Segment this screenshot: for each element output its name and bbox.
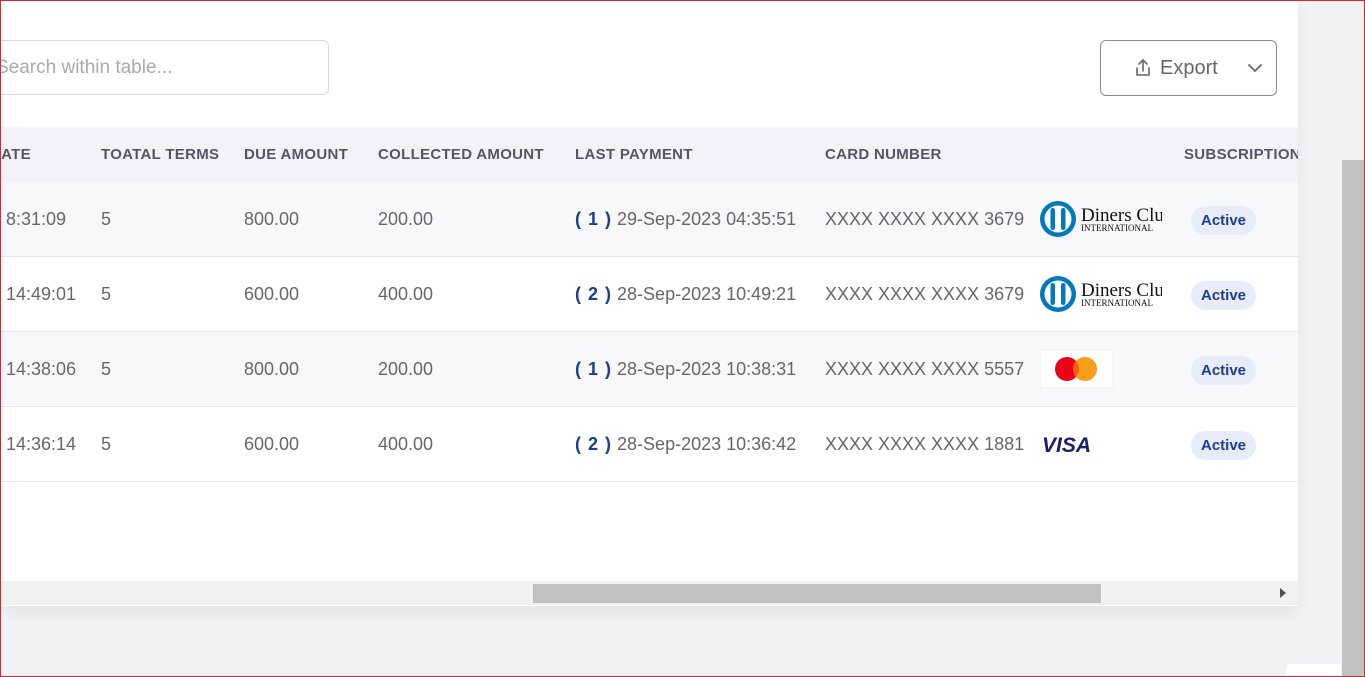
due-amount-cell: 600.00 — [244, 434, 300, 454]
status-badge: Active — [1191, 281, 1257, 310]
column-header-total-terms[interactable]: TOATAL TERMS — [101, 127, 219, 182]
column-header-collected-amount[interactable]: COLLECTED AMOUNT — [378, 127, 544, 182]
table-row[interactable]: 8:31:09 5 800.00 200.00 ( 1 ) 29-Sep-202… — [0, 182, 1298, 257]
due-amount-cell: 800.00 — [244, 359, 300, 379]
status-badge: Active — [1191, 206, 1257, 235]
horizontal-scrollbar-thumb[interactable] — [533, 584, 1101, 603]
date-time-cell: 14:36:14 — [6, 434, 77, 454]
mastercard-logo — [1039, 349, 1114, 394]
terms-cell: 5 — [101, 209, 112, 229]
card-number-cell: XXXX XXXX XXXX 1881 — [825, 434, 1025, 454]
chevron-down-icon — [1247, 63, 1263, 73]
collected-amount-cell: 400.00 — [378, 284, 434, 304]
due-amount-cell: 600.00 — [244, 284, 300, 304]
payment-count[interactable]: ( 2 ) — [575, 284, 612, 304]
upload-icon — [1133, 58, 1153, 78]
terms-cell: 5 — [101, 284, 112, 304]
payment-date: 28-Sep-2023 10:36:42 — [617, 434, 797, 454]
last-payment-cell: ( 1 ) 29-Sep-2023 04:35:51 — [575, 182, 796, 256]
visa-wordmark: VISA — [1042, 434, 1091, 457]
vertical-scrollbar-thumb[interactable] — [1342, 160, 1364, 677]
payment-date: 28-Sep-2023 10:38:31 — [617, 359, 797, 379]
export-button[interactable]: Export — [1100, 40, 1277, 96]
collected-amount-cell: 400.00 — [378, 434, 434, 454]
terms-cell: 5 — [101, 434, 112, 454]
payment-date: 28-Sep-2023 10:49:21 — [617, 284, 797, 304]
last-payment-cell: ( 1 ) 28-Sep-2023 10:38:31 — [575, 332, 796, 406]
collected-amount-cell: 200.00 — [378, 359, 434, 379]
diners-club-logo: Diners Club INTERNATIONAL — [1038, 274, 1173, 319]
card-number-cell: XXXX XXXX XXXX 3679 — [825, 284, 1025, 304]
date-time-cell: 14:38:06 — [6, 359, 77, 379]
card-number-cell: XXXX XXXX XXXX 5557 — [825, 359, 1025, 379]
last-payment-cell: ( 2 ) 28-Sep-2023 10:49:21 — [575, 257, 796, 331]
column-header-date[interactable]: DATE — [0, 127, 31, 182]
payment-count[interactable]: ( 2 ) — [575, 434, 612, 454]
search-field[interactable] — [0, 40, 329, 95]
last-payment-cell: ( 2 ) 28-Sep-2023 10:36:42 — [575, 407, 796, 481]
table-row[interactable]: 14:38:06 5 800.00 200.00 ( 1 ) 28-Sep-20… — [0, 332, 1298, 407]
column-header-subscription[interactable]: SUBSCRIPTION — [1184, 127, 1298, 182]
scroll-right-arrow-icon[interactable] — [1280, 588, 1286, 598]
collected-amount-cell: 200.00 — [378, 209, 434, 229]
diners-club-subtitle: INTERNATIONAL — [1081, 223, 1153, 233]
due-amount-cell: 800.00 — [244, 209, 300, 229]
vertical-scrollbar[interactable] — [1341, 0, 1365, 677]
horizontal-scrollbar[interactable] — [0, 581, 1298, 605]
visa-logo: VISA — [1040, 424, 1104, 469]
payment-count[interactable]: ( 1 ) — [575, 209, 612, 229]
payment-date: 29-Sep-2023 04:35:51 — [617, 209, 797, 229]
table-header: DATE TOATAL TERMS DUE AMOUNT COLLECTED A… — [0, 127, 1298, 183]
export-button-label: Export — [1160, 56, 1218, 79]
date-time-cell: 8:31:09 — [6, 209, 67, 229]
diners-club-logo: Diners Club INTERNATIONAL — [1038, 199, 1173, 244]
payment-count[interactable]: ( 1 ) — [575, 359, 612, 379]
table-card: Export DATE TOATAL TERMS DUE AMOUNT COLL… — [0, 0, 1298, 606]
terms-cell: 5 — [101, 359, 112, 379]
search-input[interactable] — [0, 41, 328, 94]
card-number-cell: XXXX XXXX XXXX 3679 — [825, 209, 1025, 229]
date-time-cell: 14:49:01 — [6, 284, 77, 304]
column-header-last-payment[interactable]: LAST PAYMENT — [575, 127, 693, 182]
table-row[interactable]: 14:49:01 5 600.00 400.00 ( 2 ) 28-Sep-20… — [0, 257, 1298, 332]
diners-club-subtitle: INTERNATIONAL — [1081, 298, 1153, 308]
table-row[interactable]: 14:36:14 5 600.00 400.00 ( 2 ) 28-Sep-20… — [0, 407, 1298, 482]
status-badge: Active — [1191, 431, 1257, 460]
column-header-due-amount[interactable]: DUE AMOUNT — [244, 127, 348, 182]
column-header-card-number[interactable]: CARD NUMBER — [825, 127, 942, 182]
corner-widget — [1286, 664, 1341, 677]
status-badge: Active — [1191, 356, 1257, 385]
